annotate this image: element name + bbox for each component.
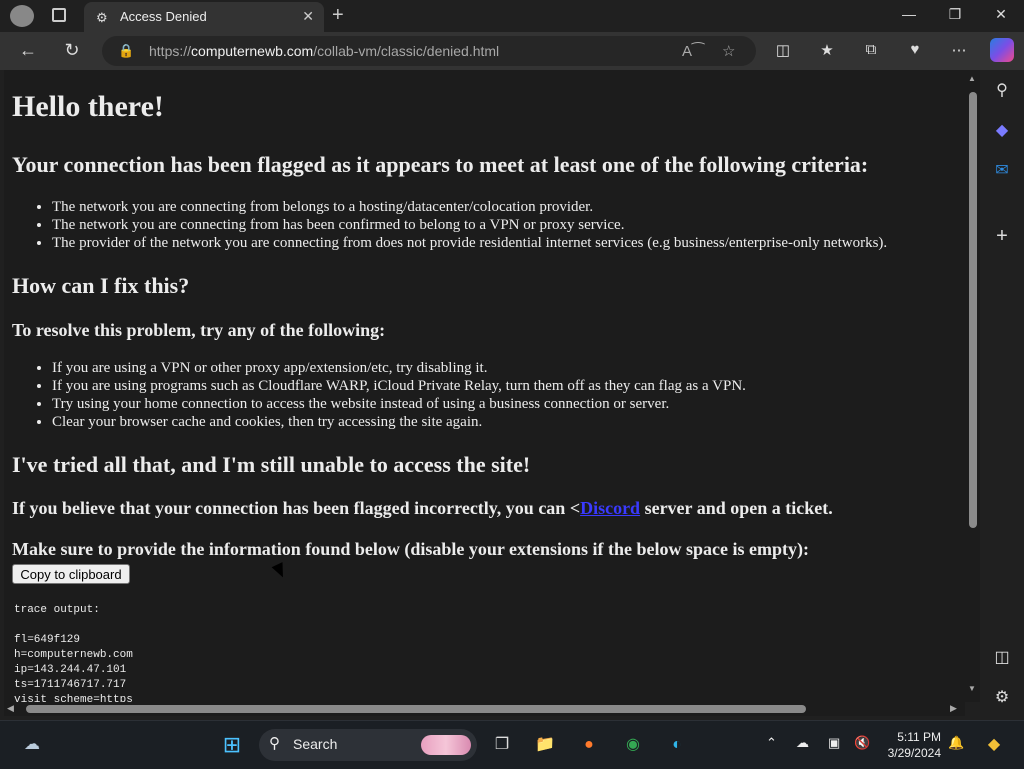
tried-heading: I've tried all that, and I'm still unabl… [12,452,531,477]
search-icon[interactable]: ⚲ [990,79,1014,103]
tab-title: Access Denied [120,9,207,24]
browser-essentials-icon[interactable]: ♥ [904,41,926,58]
trace-output: trace output: fl=649f129 h=computernewb.… [14,604,133,702]
criteria-list: The network you are connecting from belo… [12,198,887,252]
fixes-list: If you are using a VPN or other proxy ap… [12,359,746,431]
ticket-text: If you believe that your connection has … [12,498,833,518]
show-hidden-icons-icon[interactable]: ⌃ [766,735,777,751]
network-icon[interactable]: ▣ [828,735,840,751]
close-window-icon[interactable]: ✕ [986,6,1016,23]
tab-close-icon[interactable]: ✕ [302,8,314,25]
address-bar[interactable]: 🔒 https://computernewb.com/collab-vm/cla… [102,36,756,66]
copy-to-clipboard-button[interactable]: Copy to clipboard [12,564,130,584]
favorites-icon[interactable]: ★ [816,41,838,59]
more-menu-icon[interactable]: ⋯ [948,41,970,59]
title-bar: ⚙ Access Denied ✕ + — ❐ ✕ [0,0,1024,32]
scroll-down-icon[interactable]: ▼ [968,684,976,693]
flag-heading: Your connection has been flagged as it a… [12,152,869,177]
task-view-icon[interactable]: ❐ [488,731,516,759]
firefox-icon[interactable]: ● [575,731,603,759]
add-sidebar-app-icon[interactable]: + [990,224,1014,248]
edge-sidebar: ⚲ ◆ ✉ + ◫ ⚙ [980,70,1024,716]
search-highlight-art [421,735,471,755]
list-item: Clear your browser cache and cookies, th… [52,413,746,431]
resolve-heading: To resolve this problem, try any of the … [12,320,386,340]
copilot-sidebar-icon[interactable]: ◆ [990,119,1014,143]
clock[interactable]: 5:11 PM 3/29/2024 [885,729,941,761]
split-screen-icon[interactable]: ◫ [772,41,794,59]
minimize-icon[interactable]: — [894,6,924,22]
provide-info-text: Make sure to provide the information fou… [12,539,810,559]
horizontal-scroll-thumb[interactable] [26,705,806,713]
clock-date: 3/29/2024 [887,746,941,760]
page-content: Hello there! Your connection has been fl… [4,70,965,702]
read-aloud-icon[interactable]: A⁀ [682,42,704,60]
page-heading: Hello there! [12,90,164,123]
back-icon[interactable]: ← [16,40,40,61]
list-item: The network you are connecting from belo… [52,198,887,216]
discord-link[interactable]: Discord [580,498,640,518]
taskbar-search-label: Search [293,736,338,752]
settings-icon[interactable]: ⚙ [990,686,1014,710]
new-tab-icon[interactable]: + [332,4,344,27]
copilot-icon[interactable] [990,38,1014,62]
taskbar-search[interactable]: ⚲ Search [259,729,477,761]
lock-icon[interactable]: 🔒 [118,43,134,59]
horizontal-scrollbar[interactable]: ◀ ▶ [4,702,965,716]
start-icon[interactable]: ⊞ [218,731,246,759]
tab-actions-icon[interactable] [52,8,66,22]
weather-icon[interactable]: ☁ [18,731,46,759]
hide-sidebar-icon[interactable]: ◫ [990,646,1014,670]
scroll-left-icon[interactable]: ◀ [7,703,14,714]
chrome-icon[interactable]: ◉ [619,731,647,759]
file-explorer-icon[interactable]: 📁 [531,731,559,759]
refresh-icon[interactable]: ↻ [60,40,84,61]
page-favicon-icon: ⚙ [96,10,108,25]
edge-icon[interactable]: ◐ [663,731,691,759]
list-item: If you are using a VPN or other proxy ap… [52,359,746,377]
tab-active[interactable]: ⚙ Access Denied ✕ [84,2,324,32]
taskbar: ☁ ⊞ ⚲ Search ❐ 📁 ● ◉ ◐ ⌃ ☁ ▣ 🔇 5:11 PM 3… [0,720,1024,769]
search-glyph-icon: ⚲ [269,735,280,752]
notification-bell-icon[interactable]: 🔔 [948,735,964,751]
scroll-right-icon[interactable]: ▶ [950,703,957,714]
address-toolbar: ← ↻ 🔒 https://computernewb.com/collab-vm… [0,32,1024,70]
outlook-icon[interactable]: ✉ [990,159,1014,183]
list-item: The provider of the network you are conn… [52,234,887,252]
favorite-star-icon[interactable]: ☆ [722,42,735,60]
list-item: If you are using programs such as Cloudf… [52,377,746,395]
volume-icon[interactable]: 🔇 [854,735,870,751]
collections-icon[interactable]: ⧉ [860,41,882,58]
onedrive-icon[interactable]: ☁ [796,735,809,751]
scroll-up-icon[interactable]: ▲ [968,74,976,83]
list-item: The network you are connecting from has … [52,216,887,234]
clock-time: 5:11 PM [897,730,941,744]
fix-heading: How can I fix this? [12,273,190,298]
vertical-scrollbar[interactable]: ▲ ▼ [965,70,980,702]
vertical-scroll-thumb[interactable] [969,92,977,528]
profile-avatar[interactable] [10,5,34,27]
list-item: Try using your home connection to access… [52,395,746,413]
copilot-preview-icon[interactable]: ◆ [980,731,1008,759]
restore-icon[interactable]: ❐ [940,6,970,23]
url-text[interactable]: https://computernewb.com/collab-vm/class… [149,43,499,59]
